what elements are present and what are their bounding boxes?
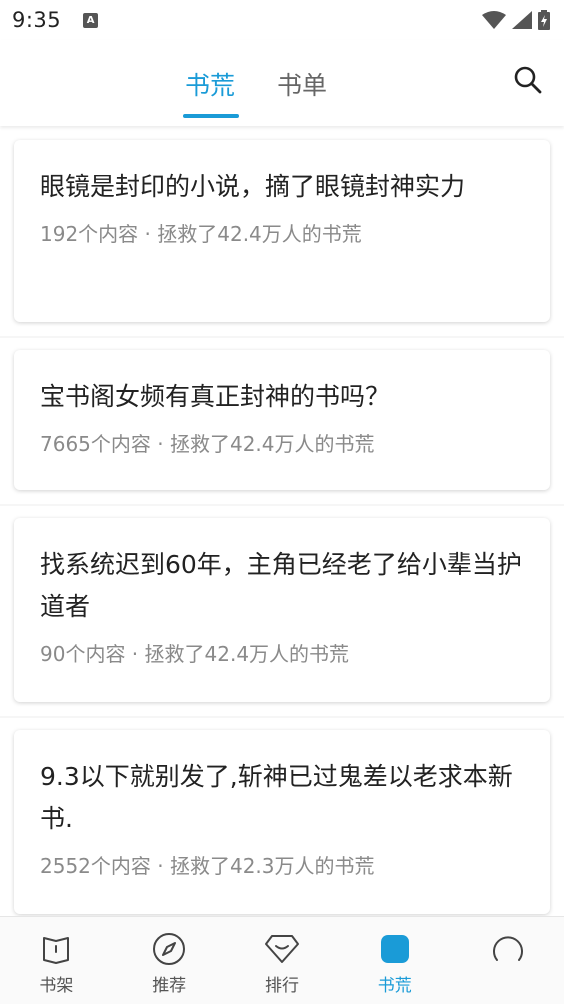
search-button[interactable]: [512, 64, 544, 96]
nav-label: 排行: [264, 976, 299, 996]
nav-label: 书架: [39, 976, 74, 996]
topic-meta: 192个内容 · 拯救了42.4万人的书荒: [40, 222, 362, 246]
book-shortage-list[interactable]: 眼镜是封印的小说，摘了眼镜封神实力 192个内容 · 拯救了42.4万人的书荒 …: [0, 126, 564, 916]
list-item: 宝书阁女频有真正封神的书吗？ 7665个内容 · 拯救了42.4万人的书荒: [0, 338, 564, 504]
nav-item-book-shortage[interactable]: 书荒: [339, 917, 451, 996]
topic-title: 9.3以下就别发了,斩神已过鬼差以老求本新书.: [40, 762, 513, 833]
tab-book-list[interactable]: 书单: [277, 66, 327, 102]
topic-meta: 2552个内容 · 拯救了42.3万人的书荒: [40, 854, 375, 878]
active-tab-indicator: [183, 114, 239, 118]
bottom-navigation: 书架 推荐 排行 书荒: [0, 916, 564, 1004]
topic-card[interactable]: 9.3以下就别发了,斩神已过鬼差以老求本新书. 2552个内容 · 拯救了42.…: [14, 730, 550, 914]
notification-icon: A: [83, 12, 99, 28]
topic-meta: 7665个内容 · 拯救了42.4万人的书荒: [40, 432, 375, 456]
status-icons: [482, 10, 550, 30]
status-bar: 9:35 A: [0, 0, 564, 40]
nav-label: 书荒: [377, 976, 412, 996]
topic-meta: 90个内容 · 拯救了42.4万人的书荒: [40, 642, 350, 666]
nav-item-profile[interactable]: [452, 917, 564, 971]
nav-item-ranking[interactable]: 排行: [226, 917, 338, 996]
topic-card[interactable]: 找系统迟到60年，主角已经老了给小辈当护道者 90个内容 · 拯救了42.4万人…: [14, 518, 550, 702]
topic-card[interactable]: 宝书阁女频有真正封神的书吗？ 7665个内容 · 拯救了42.4万人的书荒: [14, 350, 550, 490]
signal-icon: [512, 11, 532, 29]
nav-item-bookshelf[interactable]: 书架: [0, 917, 112, 996]
list-item: 眼镜是封印的小说，摘了眼镜封神实力 192个内容 · 拯救了42.4万人的书荒: [0, 126, 564, 336]
nav-item-recommend[interactable]: 推荐: [113, 917, 225, 996]
status-time: 9:35: [12, 8, 62, 32]
tab-book-shortage[interactable]: 书荒: [185, 66, 235, 102]
ranking-icon: [264, 931, 300, 967]
battery-icon: [538, 10, 550, 30]
compass-icon: [151, 931, 187, 967]
search-icon: [514, 66, 542, 94]
list-item: 找系统迟到60年，主角已经老了给小辈当护道者 90个内容 · 拯救了42.4万人…: [0, 506, 564, 716]
bookshelf-icon: [38, 931, 74, 967]
list-item: 9.3以下就别发了,斩神已过鬼差以老求本新书. 2552个内容 · 拯救了42.…: [0, 718, 564, 916]
top-bar: 书荒 书单: [0, 40, 564, 126]
topic-title: 宝书阁女频有真正封神的书吗？: [40, 382, 391, 411]
topic-title: 眼镜是封印的小说，摘了眼镜封神实力: [40, 172, 466, 201]
nav-label: 推荐: [152, 976, 187, 996]
topic-title: 找系统迟到60年，主角已经老了给小辈当护道者: [40, 550, 522, 621]
book-shortage-icon: [377, 931, 413, 967]
wifi-icon: [482, 11, 506, 29]
profile-icon: [490, 931, 526, 967]
topic-card[interactable]: 眼镜是封印的小说，摘了眼镜封神实力 192个内容 · 拯救了42.4万人的书荒: [14, 140, 550, 322]
